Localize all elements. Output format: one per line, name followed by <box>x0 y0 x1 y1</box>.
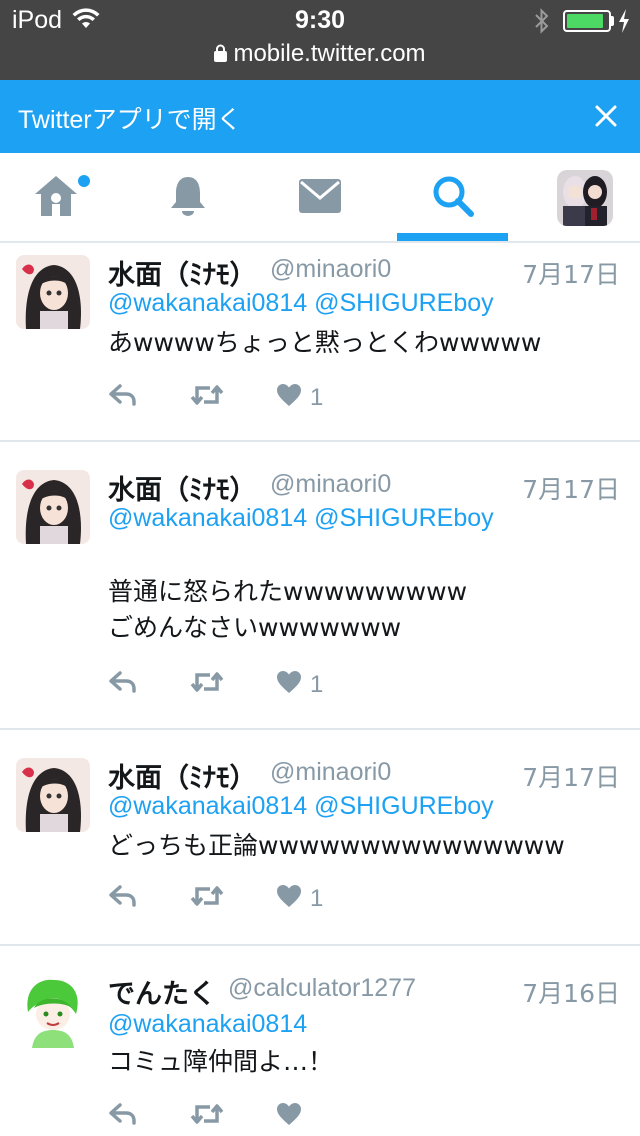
tweet-actions: 1 <box>108 884 588 914</box>
tab-home[interactable] <box>0 153 112 243</box>
mention-link[interactable]: @SHIGUREboy <box>314 289 494 317</box>
avatar <box>557 170 613 226</box>
reply-icon <box>108 670 138 701</box>
like-count: 1 <box>310 384 324 411</box>
reply-mentions: @wakanakai0814 @SHIGUREboy <box>108 289 494 318</box>
open-in-app-banner[interactable]: Twitterアプリで開く <box>0 80 640 153</box>
open-in-app-label[interactable]: Twitterアプリで開く <box>18 100 242 136</box>
like-count: 1 <box>310 885 324 912</box>
notification-dot <box>78 175 90 187</box>
display-name[interactable]: 水面（ﾐﾅﾓ） <box>108 756 257 795</box>
display-name[interactable]: でんたく <box>108 972 216 1011</box>
bell-icon <box>168 174 208 222</box>
charging-bolt-icon <box>617 8 631 38</box>
reply-mentions: @wakanakai0814 <box>108 1010 307 1039</box>
tab-bar <box>0 153 640 243</box>
avatar[interactable] <box>16 470 90 544</box>
display-name[interactable]: 水面（ﾐﾅﾓ） <box>108 253 257 292</box>
close-icon[interactable] <box>588 98 624 134</box>
retweet-icon <box>190 670 224 701</box>
like-button[interactable]: 1 <box>276 884 323 914</box>
tweet-actions <box>108 1102 588 1132</box>
envelope-icon <box>298 178 342 218</box>
tab-search[interactable] <box>397 153 509 243</box>
like-button[interactable]: 1 <box>276 670 323 700</box>
screen-name[interactable]: @minaori0 <box>270 470 391 499</box>
tweet-text: どっちも正論wwwwwwwwwwwwwww <box>108 831 565 860</box>
tweet-text: コミュ障仲間よ…！ <box>108 1047 334 1076</box>
display-name[interactable]: 水面（ﾐﾅﾓ） <box>108 468 257 507</box>
heart-icon <box>276 670 302 701</box>
lock-icon <box>214 41 228 69</box>
reply-icon <box>108 884 138 915</box>
avatar[interactable] <box>16 255 90 329</box>
tab-profile[interactable] <box>540 153 630 243</box>
retweet-button[interactable] <box>190 670 224 700</box>
retweet-icon <box>190 383 224 414</box>
tweet-date[interactable]: 7月16日 <box>522 974 620 1010</box>
reply-mentions: @wakanakai0814 @SHIGUREboy <box>108 504 494 533</box>
bluetooth-icon <box>534 8 550 38</box>
status-bar: iPod 9:30 mobile.twitter.com <box>0 0 640 80</box>
tweet[interactable]: 水面（ﾐﾅﾓ） @minaori0 7月17日 @wakanakai0814 @… <box>0 442 640 730</box>
tweet-date[interactable]: 7月17日 <box>522 758 620 794</box>
mention-link[interactable]: @wakanakai0814 <box>108 792 307 820</box>
tweet-actions: 1 <box>108 383 588 413</box>
screen-name[interactable]: @calculator1277 <box>228 974 416 1003</box>
retweet-button[interactable] <box>190 1102 224 1132</box>
tweet[interactable]: 水面（ﾐﾅﾓ） @minaori0 7月17日 @wakanakai0814 @… <box>0 730 640 946</box>
mention-link[interactable]: @wakanakai0814 <box>108 289 307 317</box>
reply-icon <box>108 1102 138 1133</box>
tab-messages[interactable] <box>264 153 376 243</box>
battery-icon <box>563 10 611 32</box>
heart-icon <box>276 1102 302 1133</box>
reply-mentions: @wakanakai0814 @SHIGUREboy <box>108 792 494 821</box>
tweet-text: あwwwwちょっと黙っとくわwwwww <box>108 328 542 357</box>
heart-icon <box>276 884 302 915</box>
avatar[interactable] <box>16 974 90 1048</box>
screen-name[interactable]: @minaori0 <box>270 255 391 284</box>
tab-notifications[interactable] <box>132 153 244 243</box>
mention-link[interactable]: @SHIGUREboy <box>314 504 494 532</box>
reply-icon <box>108 383 138 414</box>
mention-link[interactable]: @wakanakai0814 <box>108 1010 307 1038</box>
mention-link[interactable]: @wakanakai0814 <box>108 504 307 532</box>
retweet-icon <box>190 884 224 915</box>
retweet-button[interactable] <box>190 383 224 413</box>
active-tab-indicator <box>397 233 508 241</box>
tweet-date[interactable]: 7月17日 <box>522 470 620 506</box>
battery-nub <box>611 16 614 26</box>
retweet-button[interactable] <box>190 884 224 914</box>
reply-button[interactable] <box>108 670 138 700</box>
url-bar[interactable]: mobile.twitter.com <box>0 40 640 69</box>
heart-icon <box>276 383 302 414</box>
reply-button[interactable] <box>108 884 138 914</box>
tweet-date[interactable]: 7月17日 <box>522 255 620 291</box>
tweet[interactable]: 水面（ﾐﾅﾓ） @minaori0 7月17日 @wakanakai0814 @… <box>0 243 640 442</box>
reply-button[interactable] <box>108 1102 138 1132</box>
avatar[interactable] <box>16 758 90 832</box>
mention-link[interactable]: @SHIGUREboy <box>314 792 494 820</box>
home-icon <box>33 174 79 222</box>
search-icon <box>431 174 475 222</box>
retweet-icon <box>190 1102 224 1133</box>
tweet-actions: 1 <box>108 670 588 700</box>
tweet-text: 普通に怒られたwwwwwwwww ごめんなさいwwwwwww <box>108 577 468 642</box>
reply-button[interactable] <box>108 383 138 413</box>
like-button[interactable]: 1 <box>276 383 323 413</box>
tweet[interactable]: でんたく @calculator1277 7月16日 @wakanakai081… <box>0 946 640 1136</box>
url-text: mobile.twitter.com <box>233 40 426 67</box>
like-count: 1 <box>310 671 324 698</box>
like-button[interactable] <box>276 1102 310 1132</box>
screen-name[interactable]: @minaori0 <box>270 758 391 787</box>
battery-level <box>567 14 603 28</box>
